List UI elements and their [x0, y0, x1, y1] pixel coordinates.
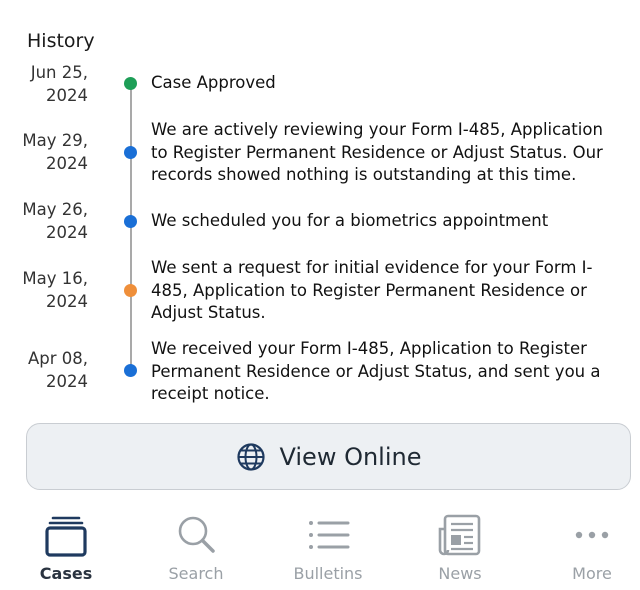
newspaper-icon: [438, 514, 481, 556]
event-date-line: Apr 08,: [27, 349, 88, 368]
status-dot: [124, 215, 137, 228]
tab-news[interactable]: News: [396, 505, 524, 590]
event-text: We sent a request for initial evidence f…: [151, 258, 593, 322]
search-icon: [178, 516, 215, 553]
event-date: Apr 08, 2024: [8, 347, 88, 393]
event-date-line: May 16,: [22, 269, 88, 288]
tab-label: Cases: [39, 564, 93, 583]
event-date: May 26, 2024: [8, 198, 88, 244]
event-text: Case Approved: [151, 73, 276, 92]
tab-label: More: [572, 564, 612, 583]
event-date-line: 2024: [46, 86, 88, 105]
event-date-line: Jun 25,: [30, 63, 88, 82]
case-history-screen: History Jun 25, 2024 Case Approved May 2…: [0, 0, 640, 590]
event-date-line: May 29,: [22, 131, 88, 150]
event-date-line: 2024: [46, 292, 88, 311]
history-title: History: [27, 30, 95, 52]
tab-search[interactable]: Search: [132, 505, 260, 590]
tab-label: Bulletins: [293, 564, 363, 583]
tab-bulletins[interactable]: Bulletins: [264, 505, 392, 590]
event-date-line: 2024: [46, 223, 88, 242]
status-dot: [124, 146, 137, 159]
event-text: We received your Form I-485, Application…: [151, 339, 601, 403]
status-dot: [124, 364, 137, 377]
status-dot: [124, 284, 137, 297]
event-date: May 29, 2024: [8, 129, 88, 175]
event-date-line: 2024: [46, 154, 88, 173]
globe-icon: [236, 442, 265, 471]
event-date-line: May 26,: [22, 200, 88, 219]
bulletins-list-icon: [309, 521, 350, 549]
view-online-button[interactable]: View Online: [26, 423, 631, 490]
event-text: We scheduled you for a biometrics appoin…: [151, 211, 549, 230]
tab-cases[interactable]: Cases: [2, 505, 130, 590]
cases-icon: [45, 516, 87, 557]
event-text: We are actively reviewing your Form I-48…: [151, 120, 603, 184]
tab-bar: Cases Search Bulletins News More: [0, 505, 640, 590]
tab-label: Search: [168, 564, 224, 583]
event-date: Jun 25, 2024: [8, 61, 88, 107]
event-date-line: 2024: [46, 372, 88, 391]
event-date: May 16, 2024: [8, 267, 88, 313]
status-dot: [124, 77, 137, 90]
more-dots-icon: [575, 531, 609, 539]
tab-more[interactable]: More: [528, 505, 640, 590]
view-online-label: View Online: [279, 442, 422, 471]
tab-label: News: [438, 564, 482, 583]
